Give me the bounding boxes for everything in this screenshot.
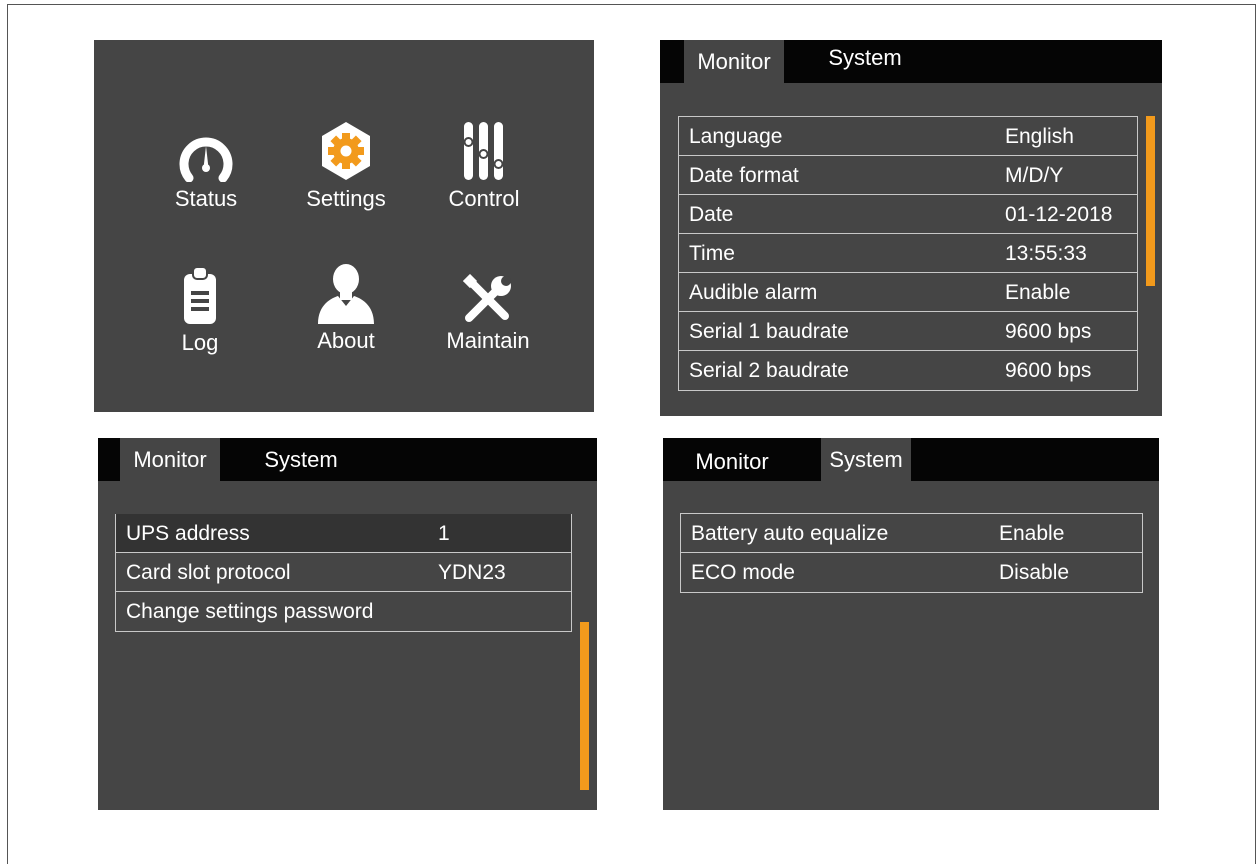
settings-table: UPS address 1 Card slot protocol YDN23 Cha… — [115, 514, 572, 632]
setting-key: Language — [689, 125, 783, 148]
table-row[interactable]: Language English — [679, 117, 1137, 156]
tab-monitor[interactable]: Monitor — [677, 440, 787, 483]
table-row[interactable]: Date format M/D/Y — [679, 156, 1137, 195]
setting-value: English — [1005, 125, 1074, 148]
table-row[interactable]: Serial 1 baudrate 9600 bps — [679, 312, 1137, 351]
setting-key: Time — [689, 242, 735, 265]
table-row[interactable]: Time 13:55:33 — [679, 234, 1137, 273]
setting-key: Battery auto equalize — [691, 522, 889, 545]
monitor-settings-panel-2: Monitor System UPS address 1 Card slot pr… — [98, 438, 597, 810]
setting-key: ECO mode — [691, 561, 795, 584]
tab-bar: Monitor System — [660, 40, 1162, 83]
setting-value: Enable — [1005, 281, 1071, 304]
table-row[interactable]: Serial 2 baudrate 9600 bps — [679, 351, 1137, 390]
table-row[interactable]: Card slot protocol YDN23 — [116, 553, 571, 592]
menu-item-about[interactable]: About — [286, 262, 406, 354]
setting-key: UPS address — [126, 522, 250, 545]
gear-icon — [322, 122, 370, 180]
scrollbar-thumb[interactable] — [580, 622, 589, 790]
setting-key: Date — [689, 203, 734, 226]
tab-system[interactable]: System — [810, 40, 920, 79]
table-row-selected[interactable]: UPS address 1 — [116, 514, 571, 553]
gauge-icon — [179, 137, 233, 182]
tab-monitor[interactable]: Monitor — [120, 438, 220, 481]
tab-bar: Monitor System — [98, 438, 597, 481]
scrollbar-thumb[interactable] — [1146, 116, 1155, 286]
tab-bar: Monitor System — [663, 438, 1159, 481]
menu-item-label: About — [317, 328, 375, 353]
tools-icon — [463, 274, 511, 322]
table-row[interactable]: Battery auto equalize Enable — [681, 514, 1142, 553]
table-row[interactable]: ECO mode Disable — [681, 553, 1142, 592]
setting-key: Serial 2 baudrate — [689, 359, 849, 382]
setting-key: Card slot protocol — [126, 561, 291, 584]
table-row[interactable]: Change settings password — [116, 592, 571, 631]
menu-item-log[interactable]: Log — [140, 264, 260, 356]
setting-value: M/D/Y — [1005, 164, 1064, 187]
tab-monitor[interactable]: Monitor — [684, 40, 784, 83]
setting-value: Enable — [999, 522, 1065, 545]
sliders-icon — [463, 122, 504, 180]
setting-value: 9600 bps — [1005, 320, 1092, 343]
tab-system[interactable]: System — [246, 438, 356, 481]
menu-item-control[interactable]: Control — [424, 120, 544, 212]
table-row[interactable]: Date 01-12-2018 — [679, 195, 1137, 234]
menu-item-label: Maintain — [446, 328, 530, 353]
setting-value: YDN23 — [438, 561, 506, 584]
setting-key: Audible alarm — [689, 281, 818, 304]
setting-value: Disable — [999, 561, 1070, 584]
table-row[interactable]: Audible alarm Enable — [679, 273, 1137, 312]
setting-value: 1 — [438, 522, 450, 545]
setting-value: 01-12-2018 — [1005, 203, 1113, 226]
monitor-settings-panel: Monitor System Language English Date form… — [660, 40, 1162, 416]
setting-key: Change settings password — [126, 600, 374, 623]
setting-key: Date format — [689, 164, 799, 187]
setting-value: 9600 bps — [1005, 359, 1092, 382]
menu-item-label: Control — [448, 186, 520, 211]
system-settings-panel: Monitor System Battery auto equalize Enab… — [663, 438, 1159, 810]
settings-table: Language English Date format M/D/Y Date 01-… — [678, 116, 1138, 391]
menu-item-label: Log — [181, 330, 219, 355]
menu-item-status[interactable]: Status — [146, 132, 266, 212]
person-icon — [318, 264, 374, 324]
settings-table: Battery auto equalize Enable ECO mode Disa… — [680, 513, 1143, 593]
setting-value: 13:55:33 — [1005, 242, 1087, 265]
clipboard-icon — [184, 266, 216, 324]
tab-system[interactable]: System — [821, 438, 911, 481]
menu-item-label: Status — [174, 186, 238, 211]
main-menu-panel: Status Settings Control Log About Mainta… — [94, 40, 594, 412]
menu-item-settings[interactable]: Settings — [286, 120, 406, 212]
menu-item-label: Settings — [306, 186, 386, 211]
menu-item-maintain[interactable]: Maintain — [428, 274, 548, 354]
setting-key: Serial 1 baudrate — [689, 320, 849, 343]
